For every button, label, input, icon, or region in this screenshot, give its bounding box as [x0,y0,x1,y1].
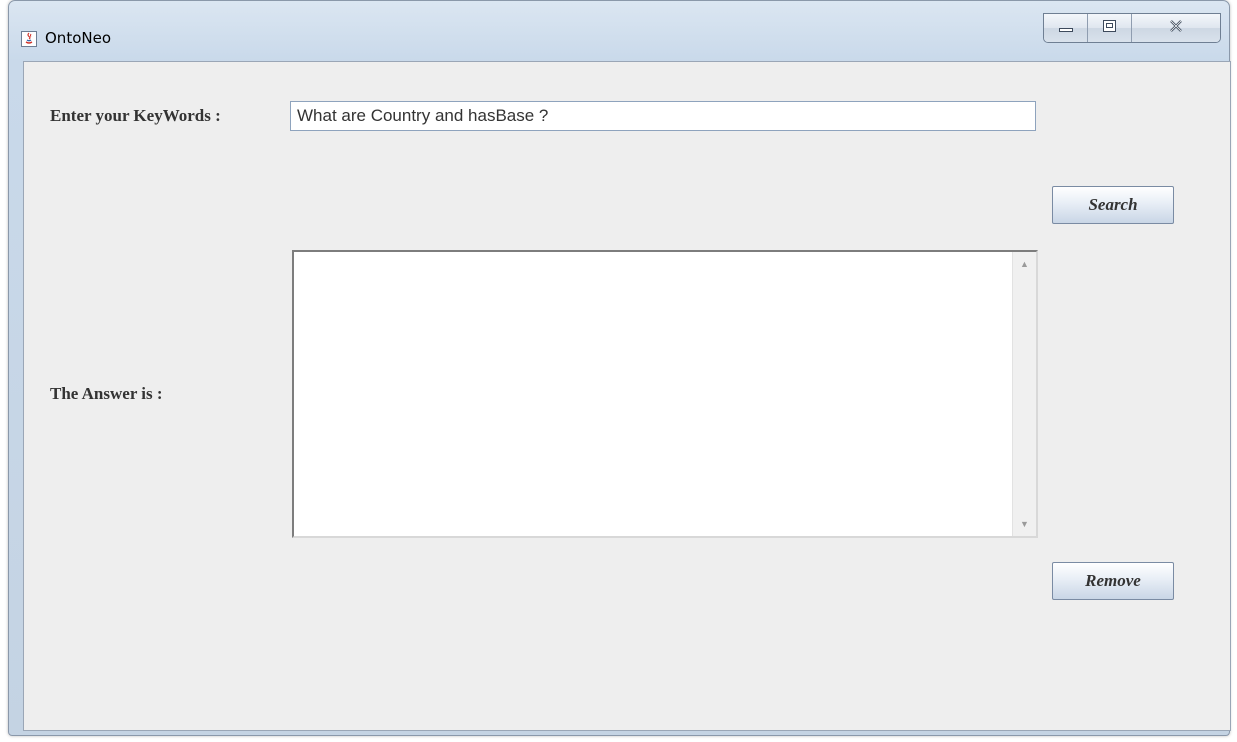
content-panel: Enter your KeyWords : Search The Answer … [23,61,1231,731]
title-bar[interactable]: OntoNeo [9,1,1229,61]
answer-label: The Answer is : [50,384,163,403]
app-window: OntoNeo Enter your KeyWords : Search [8,0,1231,736]
search-button[interactable]: Search [1052,186,1174,224]
scroll-down-arrow-icon[interactable]: ▼ [1013,514,1036,534]
remove-button[interactable]: Remove [1052,562,1174,600]
minimize-icon [1058,19,1073,37]
maximize-button[interactable] [1088,14,1132,42]
java-app-icon [21,31,37,47]
answer-scrollbar[interactable]: ▲ ▼ [1012,252,1036,536]
close-icon [1169,19,1183,37]
caption-buttons [1043,13,1221,43]
scroll-up-arrow-icon[interactable]: ▲ [1013,254,1036,274]
answer-textarea[interactable]: ▲ ▼ [292,250,1038,538]
close-button[interactable] [1132,14,1220,42]
keywords-input[interactable] [290,101,1036,131]
window-title: OntoNeo [45,29,111,47]
minimize-button[interactable] [1044,14,1088,42]
maximize-icon [1103,19,1116,37]
keywords-label: Enter your KeyWords : [50,106,221,125]
answer-text[interactable] [294,252,1012,536]
